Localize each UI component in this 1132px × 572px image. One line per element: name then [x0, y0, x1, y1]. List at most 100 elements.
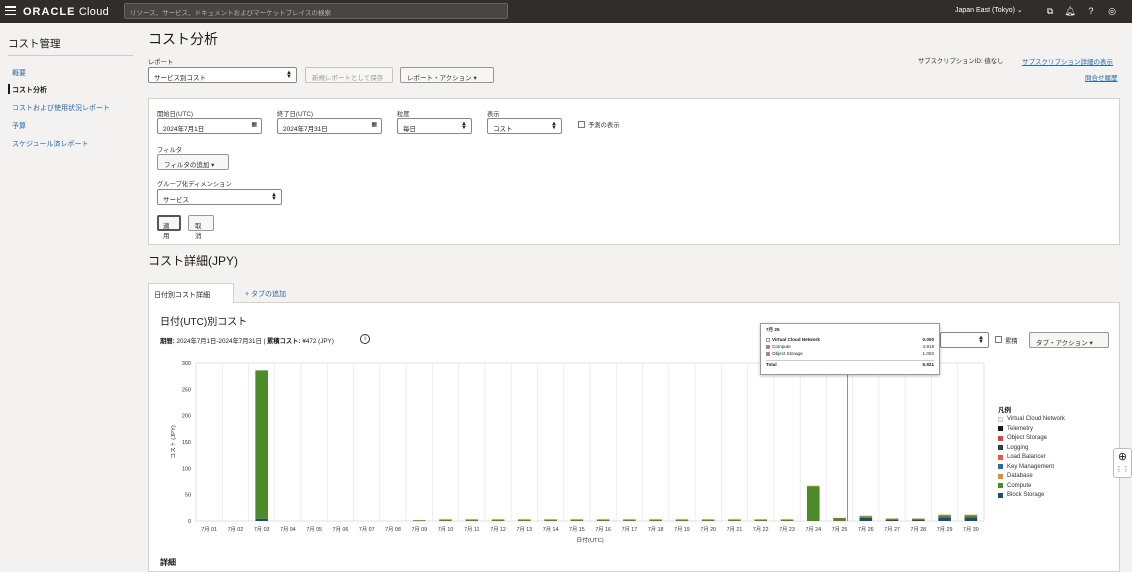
legend-label: Virtual Cloud Network — [1007, 416, 1065, 422]
cancel-button[interactable]: 取消 — [188, 215, 214, 240]
bell-icon[interactable]: 🔔︎ — [1064, 5, 1076, 17]
legend-item[interactable]: Telemetry — [998, 426, 1033, 432]
add-filter-button[interactable]: フィルタの追加 ▾ — [157, 154, 229, 170]
report-label: レポート — [148, 59, 174, 66]
x-tick-label: 7月 04 — [280, 526, 296, 533]
x-tick-label: 7月 24 — [805, 526, 821, 533]
y-axis-label: コスト (JPY) — [170, 425, 177, 459]
bar-segment — [728, 519, 741, 520]
info-icon[interactable]: i — [360, 334, 370, 344]
bar-segment — [701, 519, 715, 520]
bar-segment — [859, 517, 873, 521]
filter-label: フィルタ — [157, 147, 183, 154]
help-icon[interactable]: ? — [1085, 5, 1097, 17]
sidebar-title: コスト管理 — [8, 38, 61, 50]
x-tick-label: 7月 02 — [228, 526, 244, 533]
bar-segment — [518, 519, 531, 520]
bar-segment — [859, 516, 873, 518]
sidebar-item-overview[interactable]: 概要 — [12, 68, 26, 78]
chart-tooltip: 7月 25 Virtual Cloud Network 0.000 Compute… — [760, 323, 940, 375]
tab-actions-button[interactable]: タブ・アクション ▾ — [1029, 332, 1109, 348]
bar-segment — [255, 370, 268, 519]
x-tick-label: 7月 26 — [858, 526, 874, 533]
bar-segment — [570, 519, 584, 521]
globe-icon[interactable]: ◎ — [1106, 5, 1118, 17]
x-tick-label: 7月 14 — [543, 526, 559, 533]
x-tick-label: 7月 08 — [385, 526, 401, 533]
x-tick-label: 7月 25 — [832, 526, 848, 533]
granularity-label: 粒度 — [397, 111, 410, 118]
start-date-label: 開始日(UTC) — [157, 111, 194, 118]
legend-item[interactable]: Compute — [998, 483, 1031, 489]
legend-item[interactable]: Logging — [998, 445, 1028, 451]
chart-type-select[interactable]: ▲ ▼ — [940, 332, 989, 348]
x-tick-label: 7月 13 — [517, 526, 533, 533]
legend-title: 凡例 — [998, 407, 1011, 414]
bar-segment — [544, 519, 557, 520]
end-date-label: 終了日(UTC) — [277, 111, 314, 118]
cost-details-title: コスト詳細(JPY) — [148, 254, 239, 268]
calendar-icon[interactable]: ▦ — [251, 122, 257, 128]
bar-segment — [912, 519, 925, 521]
granularity-select[interactable]: 毎日 ▲ ▼ — [397, 118, 472, 134]
bar-segment — [885, 518, 899, 519]
x-tick-label: 7月 16 — [595, 526, 611, 533]
sidebar-item-budgets[interactable]: 予算 — [12, 121, 26, 131]
lifebuoy-icon[interactable]: ⊕ — [1114, 449, 1131, 465]
y-tick-label: 150 — [182, 440, 191, 446]
bar-segment — [439, 519, 452, 521]
x-tick-label: 7月 03 — [254, 526, 270, 533]
bar-segment — [412, 520, 426, 522]
legend-label: Load Balancer — [1007, 454, 1046, 460]
sidebar-item-scheduled-reports[interactable]: スケジュール済レポート — [12, 139, 89, 149]
apply-button[interactable]: 適用 — [157, 215, 181, 240]
calendar-icon[interactable]: ▦ — [371, 122, 377, 128]
forecast-label: 予測の表示 — [588, 122, 620, 129]
tooltip-row: Object Storage 1.002 — [766, 351, 934, 358]
grid-dots-icon[interactable]: ⋮⋮ — [1114, 465, 1131, 473]
x-tick-label: 7月 01 — [201, 526, 217, 533]
report-select[interactable]: サービス別コスト ▲ ▼ — [148, 67, 297, 83]
legend-item[interactable]: Virtual Cloud Network — [998, 416, 1065, 422]
forecast-checkbox[interactable] — [578, 121, 585, 128]
legend-item[interactable]: Key Management — [998, 464, 1054, 470]
search-input[interactable]: リソース、サービス、ドキュメントおよびマーケットプレイスの検索 — [124, 3, 508, 19]
bar-segment — [596, 519, 610, 521]
code-editor-icon[interactable]: ⧉ — [1044, 5, 1056, 17]
save-new-report-button[interactable]: 新規レポートとして保存 — [305, 67, 393, 83]
legend-item[interactable]: Load Balancer — [998, 454, 1046, 460]
inquiry-history-link[interactable]: 問合せ履歴 — [1085, 72, 1118, 82]
bar-segment — [649, 519, 662, 520]
x-tick-label: 7月 19 — [674, 526, 690, 533]
end-date-input[interactable]: 2024年7月31日 ▦ — [277, 118, 382, 134]
bar-segment — [491, 519, 505, 521]
add-tab-link[interactable]: + タブの追加 — [245, 289, 286, 299]
report-actions-button[interactable]: レポート・アクション ▾ — [400, 67, 494, 83]
cost-bar-chart: 0 50 100 150 200 250 300 7月 01 7月 02 7月 03 7月 04 7月… — [170, 361, 985, 544]
legend-swatch — [998, 492, 1003, 498]
x-tick-label: 7月 09 — [411, 526, 427, 533]
sidebar-item-usage-reports[interactable]: コストおよび使用状況レポート — [12, 103, 110, 113]
sidebar-item-cost-analysis[interactable]: コスト分析 — [12, 85, 47, 95]
subscription-details-link[interactable]: サブスクリプション詳細の表示 — [1022, 56, 1113, 66]
cumulative-checkbox[interactable] — [995, 336, 1002, 343]
legend-item[interactable]: Object Storage — [998, 435, 1047, 441]
x-tick-label: 7月 22 — [753, 526, 769, 533]
swatch — [766, 351, 770, 356]
help-widget[interactable]: ⊕ ⋮⋮ — [1113, 448, 1132, 478]
oracle-cloud-logo[interactable]: ORACLE Cloud — [23, 6, 109, 18]
legend-label: Logging — [1007, 444, 1029, 451]
tab-daily-cost[interactable]: 日付別コスト詳細 — [148, 283, 234, 303]
group-dimension-select[interactable]: サービス ▲ ▼ — [157, 189, 282, 205]
bar-segment — [623, 519, 636, 521]
region-selector[interactable]: Japan East (Tokyo) ⌄ — [955, 6, 1023, 14]
legend-item[interactable]: Database — [998, 473, 1033, 479]
legend-swatch — [998, 473, 1003, 479]
menu-icon[interactable] — [5, 6, 16, 16]
y-tick-label: 250 — [182, 387, 191, 393]
start-date-input[interactable]: 2024年7月1日 ▦ — [157, 118, 262, 134]
y-tick-label: 200 — [182, 414, 191, 420]
legend-item[interactable]: Block Storage — [998, 492, 1044, 498]
swatch — [766, 337, 770, 342]
show-select[interactable]: コスト ▲ ▼ — [487, 118, 562, 134]
